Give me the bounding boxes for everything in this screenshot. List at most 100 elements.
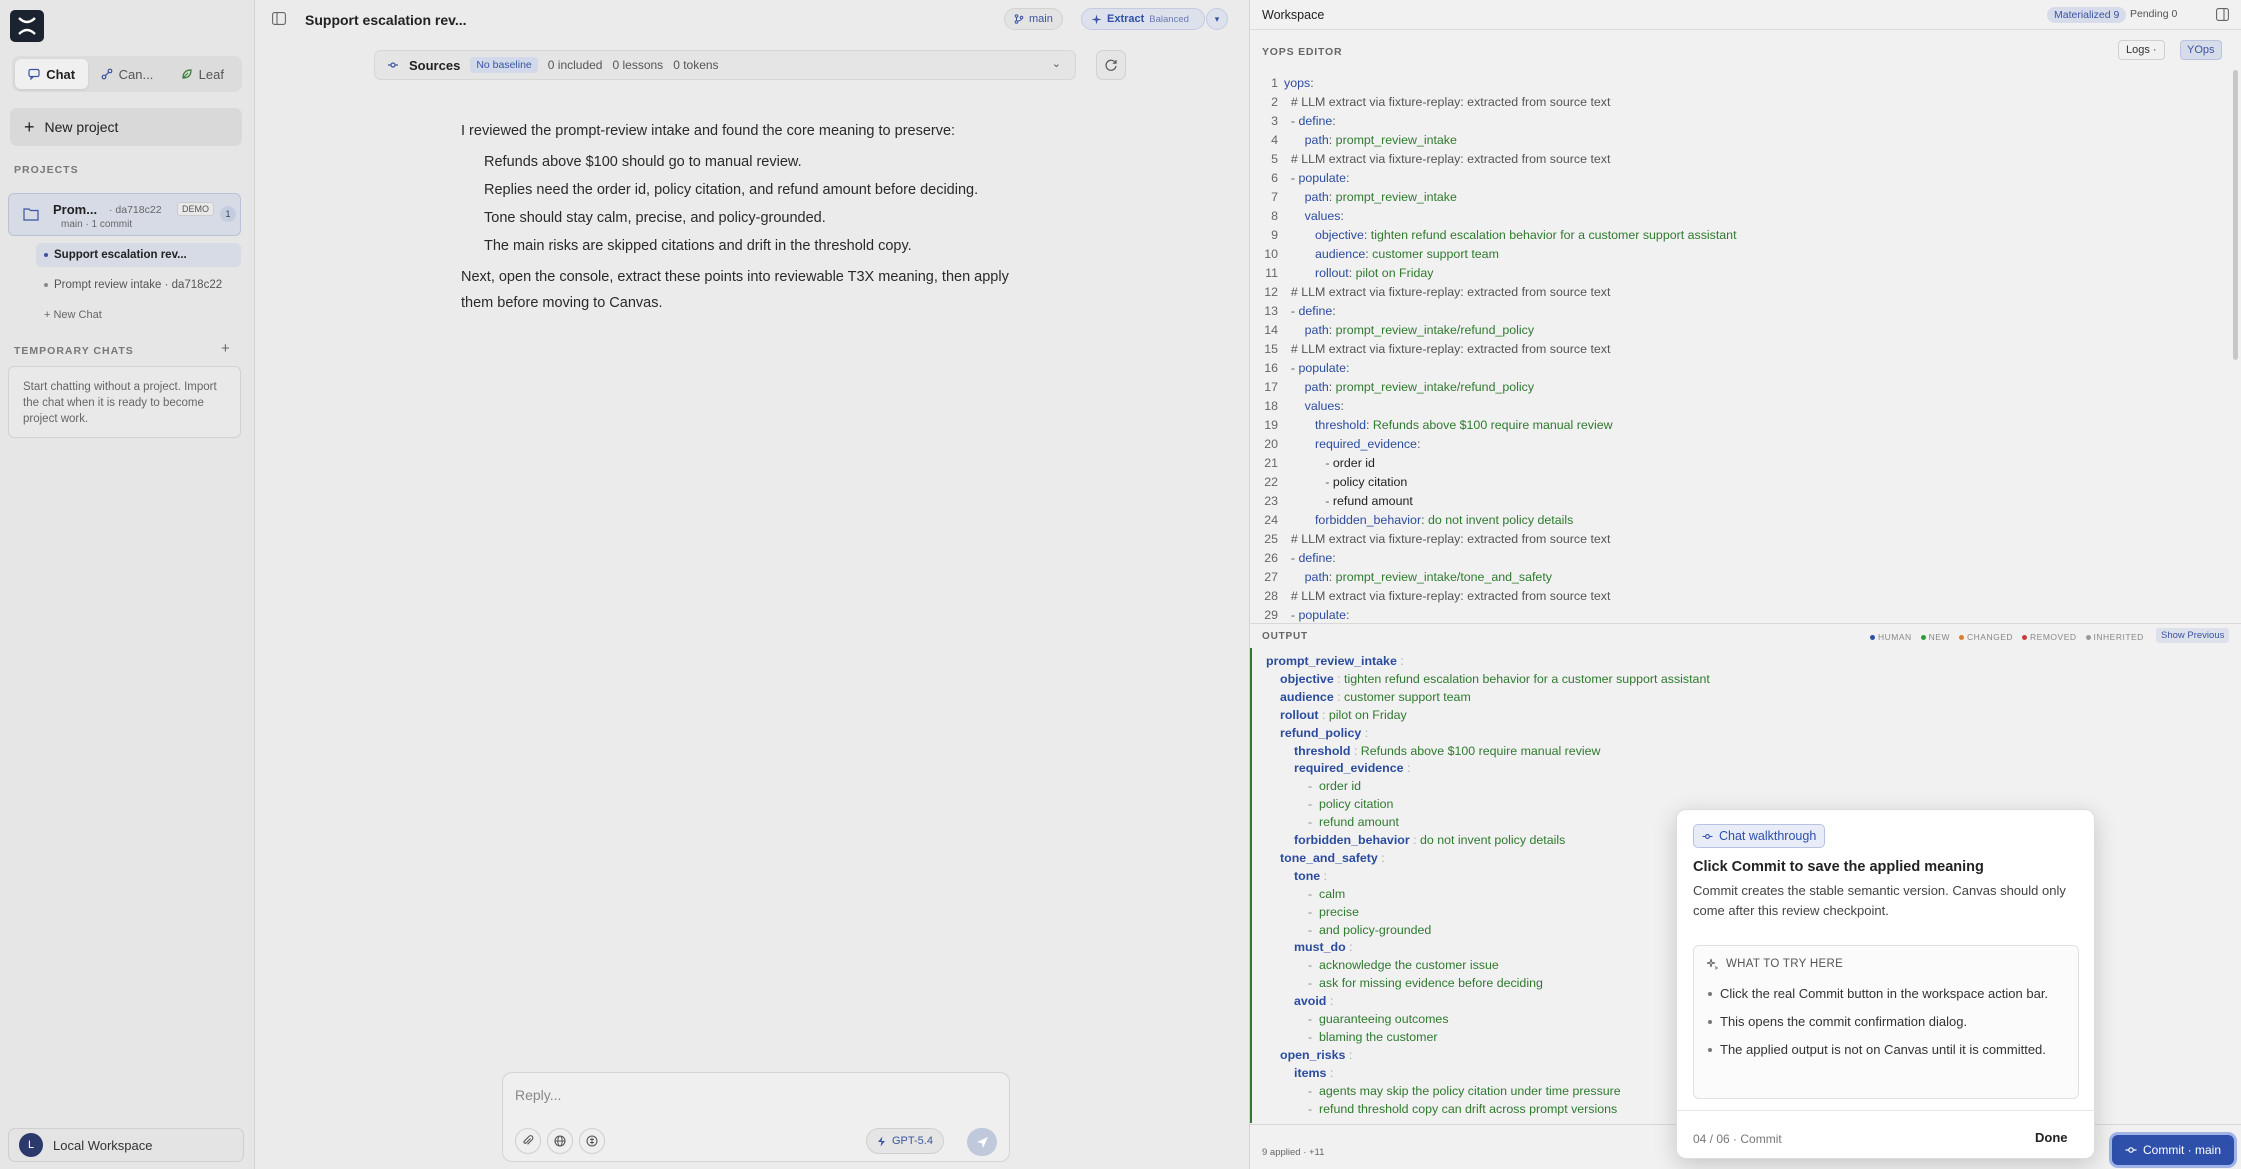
editor-line: 13 - define: xyxy=(1250,304,2230,323)
output-line: required_evidence : xyxy=(1294,761,1414,779)
temporary-chats-note: Start chatting without a project. Import… xyxy=(8,366,241,438)
leaf-icon xyxy=(182,69,192,79)
line-text: values: xyxy=(1284,399,1344,413)
project-name: Prom... xyxy=(53,202,98,217)
line-number: 15 xyxy=(1264,342,1278,356)
yops-editor[interactable]: 1 yops: 2 # LLM extract via fixture-replay… xyxy=(1250,70,2230,622)
yops-button[interactable]: YOps xyxy=(2180,40,2222,60)
output-item: precise xyxy=(1319,904,1359,919)
code-token: - xyxy=(1284,608,1299,622)
output-item: policy citation xyxy=(1319,797,1394,812)
sidebar-toggle-icon[interactable] xyxy=(272,12,286,25)
legend-label: INHERITED xyxy=(2093,632,2144,642)
logs-button[interactable]: Logs · xyxy=(2118,40,2165,60)
mode-tab-canvas[interactable]: Can... xyxy=(90,59,163,89)
collapse-panel-icon[interactable] xyxy=(2216,8,2229,21)
line-number: 7 xyxy=(1271,190,1278,204)
project-card[interactable]: Prom... · da718c22 DEMO 1 main · 1 commi… xyxy=(8,193,241,236)
code-token: prompt_review_intake/tone_and_safety xyxy=(1335,570,1552,584)
branch-pill[interactable]: main xyxy=(1004,8,1063,30)
line-number: 5 xyxy=(1271,152,1278,166)
output-value: pilot on Friday xyxy=(1328,707,1407,722)
editor-line: 14 path: prompt_review_intake/refund_pol… xyxy=(1250,323,2230,342)
extract-button[interactable]: Extract Balanced xyxy=(1081,8,1205,30)
chat-dot-icon xyxy=(44,283,48,287)
applied-count: 9 applied · +11 xyxy=(1262,1147,1325,1158)
attach-button[interactable] xyxy=(515,1128,541,1154)
model-label: GPT-5.4 xyxy=(892,1135,933,1147)
line-number: 27 xyxy=(1264,570,1278,584)
workspace-switcher[interactable]: L Local Workspace xyxy=(8,1128,244,1162)
line-number: 8 xyxy=(1271,209,1278,223)
code-token: - xyxy=(1284,475,1333,489)
code-token: # LLM extract via fixture-replay: extrac… xyxy=(1284,152,1611,166)
line-text: objective: tighten refund escalation beh… xyxy=(1284,228,1737,242)
mode-tab-chat[interactable]: Chat xyxy=(15,59,89,89)
chevron-down-icon: ⌄ xyxy=(1051,58,1061,70)
line-number: 11 xyxy=(1265,266,1278,280)
app-logo[interactable] xyxy=(10,10,44,42)
code-token: : xyxy=(1328,380,1336,394)
editor-scrollbar[interactable] xyxy=(2233,70,2238,360)
editor-line: 20 required_evidence: xyxy=(1250,437,2230,456)
message-point: The main risks are skipped citations and… xyxy=(484,238,912,254)
extract-mode-dropdown[interactable]: ▾ xyxy=(1206,8,1228,30)
refresh-icon xyxy=(1105,59,1117,71)
output-item: refund amount xyxy=(1319,815,1399,830)
line-text: - define: xyxy=(1284,114,1336,128)
line-number: 1 xyxy=(1271,76,1278,90)
tools-button[interactable] xyxy=(579,1128,605,1154)
done-button[interactable]: Done xyxy=(2035,1130,2068,1145)
lessons-count: 0 lessons xyxy=(612,58,664,72)
add-temporary-chat-button[interactable]: + xyxy=(221,340,230,357)
show-previous-button[interactable]: Show Previous xyxy=(2156,628,2230,643)
code-token: : xyxy=(1332,304,1336,318)
line-text: # LLM extract via fixture-replay: extrac… xyxy=(1284,532,1611,546)
line-text: path: prompt_review_intake/refund_policy xyxy=(1284,323,1534,337)
editor-line: 3 - define: xyxy=(1250,114,2230,133)
code-token: objective xyxy=(1314,228,1364,242)
web-search-button[interactable] xyxy=(547,1128,573,1154)
code-token: : xyxy=(1421,513,1428,527)
refresh-sources-button[interactable] xyxy=(1096,50,1126,80)
line-number: 13 xyxy=(1264,304,1278,318)
chat-item-support-escalation[interactable]: Support escalation rev... xyxy=(36,243,241,267)
commit-button[interactable]: Commit · main xyxy=(2112,1135,2234,1165)
list-bullet: - xyxy=(1308,1083,1320,1098)
line-text: - refund amount xyxy=(1284,494,1413,508)
send-button[interactable] xyxy=(967,1128,997,1156)
tips-header: WHAT TO TRY HERE xyxy=(1706,958,1843,970)
code-token: : xyxy=(1363,228,1371,242)
list-bullet: - xyxy=(1308,886,1320,901)
new-chat-button[interactable]: + New Chat xyxy=(36,303,241,327)
new-project-button[interactable]: + New project xyxy=(10,108,242,146)
code-token: forbidden_behavior xyxy=(1314,513,1422,527)
walkthrough-icon xyxy=(1702,833,1713,839)
output-separator: : xyxy=(1318,707,1329,722)
code-token: rollout xyxy=(1314,266,1349,280)
output-key: avoid xyxy=(1294,994,1327,1009)
output-key: threshold xyxy=(1294,743,1351,758)
line-text: rollout: pilot on Friday xyxy=(1284,266,1433,280)
line-text: path: prompt_review_intake/refund_policy xyxy=(1284,380,1534,394)
tokens-count: 0 tokens xyxy=(673,58,719,72)
message-point: Refunds above $100 should go to manual r… xyxy=(484,154,802,170)
output-item: order id xyxy=(1319,779,1362,794)
output-item: refund threshold copy can drift across p… xyxy=(1319,1101,1618,1116)
reply-input[interactable]: Reply... xyxy=(515,1087,561,1103)
code-token: audience xyxy=(1314,247,1366,261)
model-selector[interactable]: GPT-5.4 xyxy=(866,1128,944,1154)
editor-line: 21 - order id xyxy=(1250,456,2230,475)
chat-title: Support escalation rev... xyxy=(305,12,467,28)
code-token: define xyxy=(1298,114,1333,128)
line-number: 28 xyxy=(1264,589,1278,603)
code-token: : xyxy=(1340,399,1344,413)
sources-bar[interactable]: Sources No baseline 0 included 0 lessons… xyxy=(374,50,1076,80)
mode-tab-leaf[interactable]: Leaf xyxy=(166,59,239,89)
message-points: Refunds above $100 should go to manual r… xyxy=(461,148,1021,260)
code-token: : xyxy=(1416,437,1421,451)
legend-item: REMOVED xyxy=(2022,632,2076,642)
chat-item-prompt-review-intake[interactable]: Prompt review intake · da718c22 xyxy=(36,273,241,297)
mode-tab-label: Leaf xyxy=(198,66,224,82)
